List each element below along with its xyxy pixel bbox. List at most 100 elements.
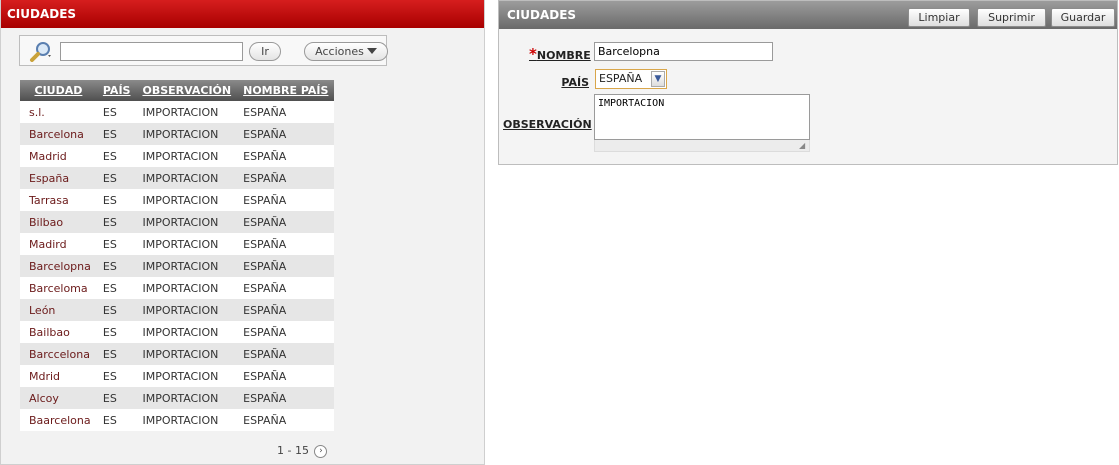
cell-nombre-pais: ESPAÑA [237,189,335,211]
cell-pais: ES [96,145,137,167]
cell-observacion: IMPORTACION [136,233,238,255]
cell-observacion: IMPORTACION [136,365,238,387]
cell-pais: ES [96,277,137,299]
search-input[interactable] [60,42,243,61]
table-row: Bilbao ES IMPORTACION ESPAÑA [20,211,335,233]
cell-ciudad[interactable]: Barcelopna [20,255,97,277]
form-region-header: CIUDADES Limpiar Suprimir Guardar [499,1,1117,29]
pagination-range: 1 - 15 [277,444,309,457]
cell-nombre-pais: ESPAÑA [237,321,335,343]
pais-selected-value: ESPAÑA [599,72,643,85]
cell-observacion: IMPORTACION [136,409,238,431]
cell-ciudad[interactable]: Barccelona [20,343,97,365]
cell-ciudad[interactable]: Mdrid [20,365,97,387]
chevron-down-icon: ▼ [651,71,665,87]
table-row: Tarrasa ES IMPORTACION ESPAÑA [20,189,335,211]
table-row: Barcelopna ES IMPORTACION ESPAÑA [20,255,335,277]
cell-observacion: IMPORTACION [136,123,238,145]
cell-pais: ES [96,387,137,409]
cities-report-region: CIUDADES Ir Acciones CIUDAD PAÍS OBSERVACI… [0,0,485,465]
cell-pais: ES [96,189,137,211]
go-button[interactable]: Ir [249,42,281,61]
cell-ciudad[interactable]: Madird [20,233,97,255]
cell-observacion: IMPORTACION [136,189,238,211]
cell-pais: ES [96,167,137,189]
nombre-field[interactable] [594,42,773,61]
cell-pais: ES [96,233,137,255]
cell-pais: ES [96,365,137,387]
cell-pais: ES [96,343,137,365]
actions-label: Acciones [315,45,364,58]
cell-observacion: IMPORTACION [136,299,238,321]
table-row: España ES IMPORTACION ESPAÑA [20,167,335,189]
cell-nombre-pais: ESPAÑA [237,277,335,299]
cell-pais: ES [96,123,137,145]
cell-nombre-pais: ESPAÑA [237,255,335,277]
pais-select[interactable]: ESPAÑA ▼ [595,69,667,89]
next-page-icon[interactable]: › [314,444,328,458]
cities-table: CIUDAD PAÍS OBSERVACIÓN NOMBRE PAÍS s.l. ES I… [20,80,335,431]
cell-ciudad[interactable]: s.l. [20,101,97,123]
table-row: Baarcelona ES IMPORTACION ESPAÑA [20,409,335,431]
table-row: Barccelona ES IMPORTACION ESPAÑA [20,343,335,365]
cell-nombre-pais: ESPAÑA [237,365,335,387]
cell-ciudad[interactable]: Bailbao [20,321,97,343]
cell-pais: ES [96,211,137,233]
cell-observacion: IMPORTACION [136,211,238,233]
cell-observacion: IMPORTACION [136,255,238,277]
cell-nombre-pais: ESPAÑA [237,409,335,431]
table-row: Bailbao ES IMPORTACION ESPAÑA [20,321,335,343]
cell-ciudad[interactable]: León [20,299,97,321]
cell-pais: ES [96,409,137,431]
cell-ciudad[interactable]: Barceloma [20,277,97,299]
save-button[interactable]: Guardar [1051,8,1115,27]
triangle-down-icon [366,48,377,54]
textarea-resize-bar: ◢ [594,140,810,152]
actions-menu-button[interactable]: Acciones [304,42,388,61]
cell-ciudad[interactable]: España [20,167,97,189]
delete-button[interactable]: Suprimir [977,8,1046,27]
table-row: Barcelona ES IMPORTACION ESPAÑA [20,123,335,145]
observacion-label: OBSERVACIÓN [503,118,592,131]
column-header-nombre-pais[interactable]: NOMBRE PAÍS [237,80,335,101]
cell-pais: ES [96,255,137,277]
clear-button[interactable]: Limpiar [908,8,970,27]
cell-pais: ES [96,299,137,321]
table-row: Barceloma ES IMPORTACION ESPAÑA [20,277,335,299]
column-header-pais[interactable]: PAÍS [96,80,137,101]
cell-nombre-pais: ESPAÑA [237,145,335,167]
column-header-observacion[interactable]: OBSERVACIÓN [136,80,238,101]
cell-pais: ES [96,101,137,123]
pagination: 1 - 15 › [277,444,328,458]
resize-grip-icon[interactable]: ◢ [799,142,807,150]
cell-nombre-pais: ESPAÑA [237,387,335,409]
table-row: Alcoy ES IMPORTACION ESPAÑA [20,387,335,409]
cell-observacion: IMPORTACION [136,101,238,123]
column-header-ciudad[interactable]: CIUDAD [20,80,97,101]
cell-observacion: IMPORTACION [136,321,238,343]
form-region-title: CIUDADES [507,8,577,22]
cell-observacion: IMPORTACION [136,387,238,409]
observacion-textarea[interactable]: IMPORTACION [594,94,810,140]
cell-observacion: IMPORTACION [136,343,238,365]
cell-ciudad[interactable]: Madrid [20,145,97,167]
cell-ciudad[interactable]: Baarcelona [20,409,97,431]
cell-ciudad[interactable]: Bilbao [20,211,97,233]
required-marker: * [529,45,537,63]
search-bar: Ir Acciones [19,35,388,66]
cell-ciudad[interactable]: Barcelona [20,123,97,145]
search-icon[interactable] [28,40,54,62]
table-body: s.l. ES IMPORTACION ESPAÑA Barcelona ES IMPORT… [20,101,335,431]
cell-nombre-pais: ESPAÑA [237,211,335,233]
report-region-title: CIUDADES [1,0,484,28]
table-row: Mdrid ES IMPORTACION ESPAÑA [20,365,335,387]
table-row: León ES IMPORTACION ESPAÑA [20,299,335,321]
cities-form-region: CIUDADES Limpiar Suprimir Guardar *NOMBR… [498,0,1118,165]
table-row: Madrid ES IMPORTACION ESPAÑA [20,145,335,167]
cell-ciudad[interactable]: Tarrasa [20,189,97,211]
table-header-row: CIUDAD PAÍS OBSERVACIÓN NOMBRE PAÍS [20,80,335,101]
cell-nombre-pais: ESPAÑA [237,299,335,321]
cell-nombre-pais: ESPAÑA [237,167,335,189]
table-row: Madird ES IMPORTACION ESPAÑA [20,233,335,255]
cell-ciudad[interactable]: Alcoy [20,387,97,409]
